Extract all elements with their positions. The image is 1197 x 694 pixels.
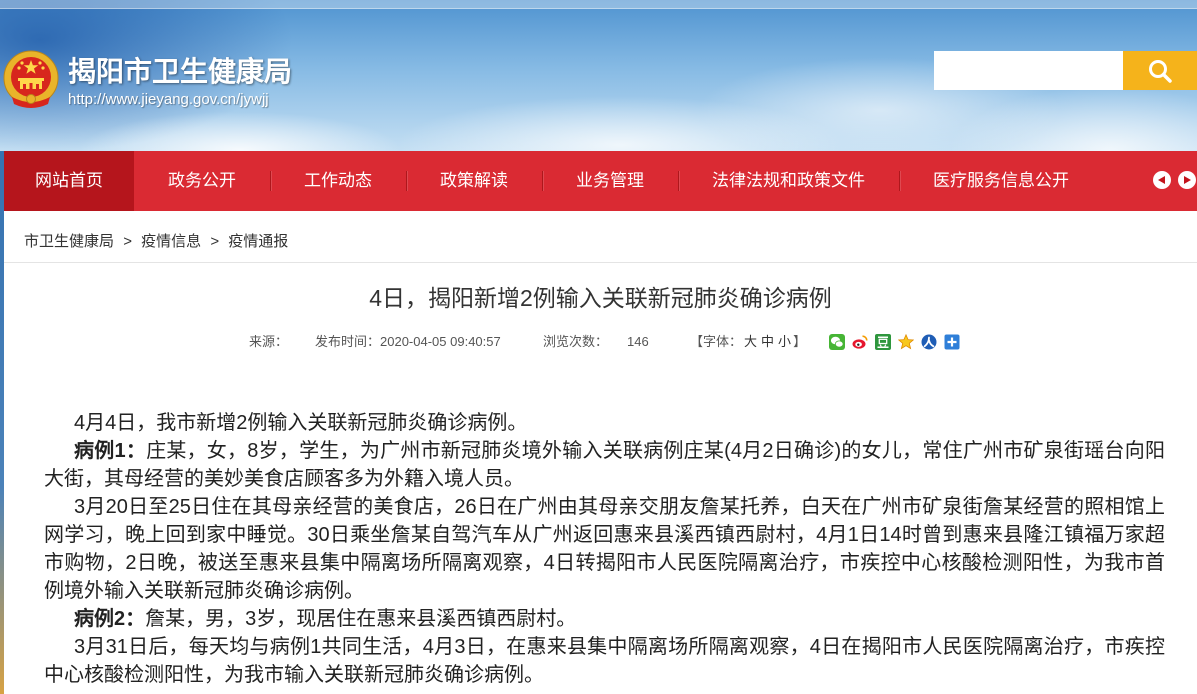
- meta-source-label: 来源：: [249, 334, 289, 349]
- search-icon: [1147, 58, 1173, 84]
- breadcrumb-separator: >: [210, 233, 220, 250]
- chevron-right-icon: [1184, 176, 1191, 184]
- nav-next-button[interactable]: [1178, 171, 1196, 189]
- case-label: 病例1：: [74, 440, 147, 462]
- nav-item-business-management[interactable]: 业务管理: [542, 151, 678, 211]
- breadcrumb-divider: [4, 262, 1197, 263]
- search-input[interactable]: [934, 51, 1123, 90]
- article-body: 4月4日，我市新增2例输入关联新冠肺炎确诊病例。 病例1：庄某，女，8岁，学生，…: [44, 409, 1165, 689]
- renren-icon[interactable]: [921, 334, 937, 350]
- douban-icon[interactable]: [875, 334, 891, 350]
- meta-views-label: 浏览次数：: [543, 334, 609, 349]
- meta-views-count: 146: [627, 334, 649, 349]
- nav-item-home[interactable]: 网站首页: [4, 151, 134, 211]
- font-size-label-close: 】: [793, 334, 807, 349]
- article-paragraph: 3月20日至25日住在其母亲经营的美食店，26日在广州由其母亲交朋友詹某托养，白…: [44, 496, 1165, 602]
- breadcrumb-item-epidemic-report[interactable]: 疫情通报: [228, 233, 288, 250]
- nav-item-medical-service-info[interactable]: 医疗服务信息公开: [899, 151, 1103, 211]
- article-paragraph: 3月31日后，每天均与病例1共同生活，4月3日，在惠来县集中隔离场所隔离观察，4…: [44, 636, 1165, 686]
- article-paragraph: 病例1：庄某，女，8岁，学生，为广州市新冠肺炎境外输入关联病例庄某(4月2日确诊…: [44, 437, 1165, 493]
- nav-item-work-news[interactable]: 工作动态: [270, 151, 406, 211]
- qzone-star-icon[interactable]: [898, 334, 914, 350]
- meta-publish-value: 2020-04-05 09:40:57: [380, 334, 501, 349]
- font-size-large[interactable]: 大: [744, 334, 757, 349]
- page: 揭阳市卫生健康局 http://www.jieyang.gov.cn/jywjj…: [0, 0, 1197, 694]
- national-emblem-icon: [3, 50, 59, 110]
- article-title: 4日，揭阳新增2例输入关联新冠肺炎确诊病例: [369, 285, 832, 311]
- search-button[interactable]: [1123, 51, 1197, 90]
- font-size-medium[interactable]: 中: [761, 334, 774, 349]
- nav-item-policy-interpretation[interactable]: 政策解读: [406, 151, 542, 211]
- main-content: 市卫生健康局 > 疫情信息 > 疫情通报 4日，揭阳新增2例输入关联新冠肺炎确诊…: [4, 211, 1197, 694]
- breadcrumb-separator: >: [123, 233, 132, 250]
- wechat-icon[interactable]: [829, 334, 845, 350]
- site-header: 揭阳市卫生健康局 http://www.jieyang.gov.cn/jywjj: [0, 0, 1197, 151]
- breadcrumb-item-epidemic-info[interactable]: 疫情信息: [141, 233, 201, 250]
- article-paragraph: 病例2：詹某，男，3岁，现居住在惠来县溪西镇西尉村。: [44, 605, 1165, 633]
- breadcrumb-item-health-bureau[interactable]: 市卫生健康局: [24, 233, 114, 250]
- share-bar: [829, 334, 960, 350]
- nav-prev-button[interactable]: [1153, 171, 1171, 189]
- case-text: 詹某，男，3岁，现居住在惠来县溪西镇西尉村。: [145, 608, 577, 630]
- case-text: 庄某，女，8岁，学生，为广州市新冠肺炎境外输入关联病例庄某(4月2日确诊)的女儿…: [44, 440, 1165, 490]
- font-size-switcher: 【字体：大中小】: [690, 333, 806, 351]
- article-meta: 来源： 发布时间：2020-04-05 09:40:57 浏览次数： 146 【…: [4, 333, 1197, 351]
- meta-publish-time: 发布时间：2020-04-05 09:40:57: [315, 333, 501, 351]
- article-paragraph: 4月4日，我市新增2例输入关联新冠肺炎确诊病例。: [74, 412, 528, 434]
- breadcrumb: 市卫生健康局 > 疫情信息 > 疫情通报: [24, 229, 288, 255]
- site-title[interactable]: 揭阳市卫生健康局: [68, 55, 292, 89]
- main-nav: 网站首页 政务公开 工作动态 政策解读 业务管理 法律法规和政策文件 医疗服务信…: [4, 151, 1197, 211]
- nav-item-laws-and-policies[interactable]: 法律法规和政策文件: [678, 151, 899, 211]
- font-size-small[interactable]: 小: [778, 334, 791, 349]
- nav-item-government-affairs[interactable]: 政务公开: [134, 151, 270, 211]
- font-size-label: 【字体：: [690, 334, 743, 349]
- site-url: http://www.jieyang.gov.cn/jywjj: [68, 91, 269, 108]
- meta-publish-label: 发布时间：: [315, 334, 381, 349]
- case-label: 病例2：: [74, 608, 146, 630]
- weibo-icon[interactable]: [852, 334, 868, 350]
- top-strip: [0, 0, 1197, 9]
- chevron-left-icon: [1158, 176, 1165, 184]
- more-share-icon[interactable]: [944, 334, 960, 350]
